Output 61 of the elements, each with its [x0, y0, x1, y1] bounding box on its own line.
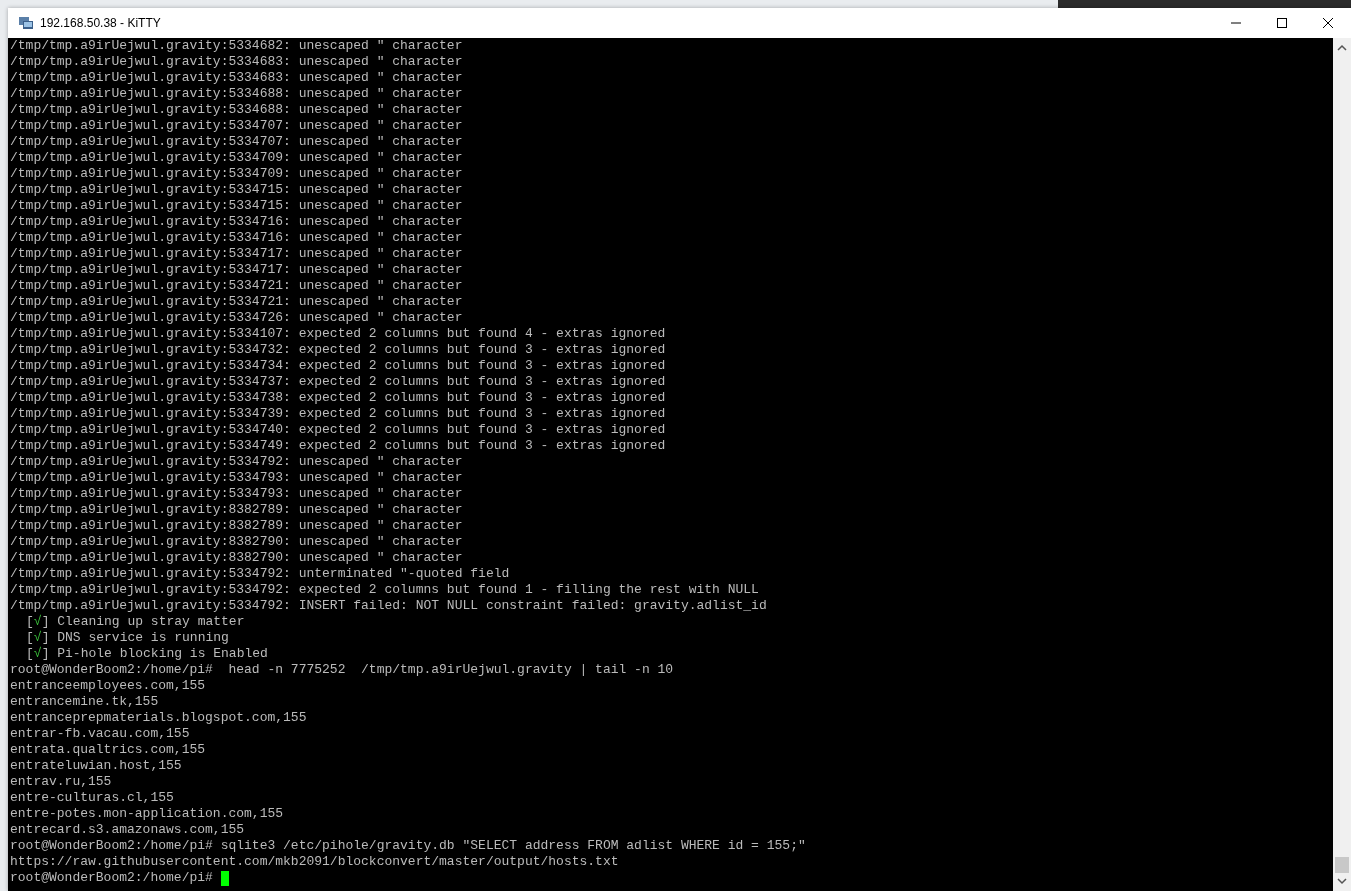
terminal-line: /tmp/tmp.a9irUejwul.gravity:5334792: unescaped " character [9, 454, 464, 470]
terminal-line: /tmp/tmp.a9irUejwul.gravity:5334709: unescaped " character [9, 150, 464, 166]
terminal-line: entrar-fb.vacau.com,155 [9, 726, 191, 742]
terminal-line: /tmp/tmp.a9irUejwul.gravity:5334792: expected 2 columns but found 1 - filling the rest with NULL [9, 582, 760, 598]
terminal-line: entre-potes.mon-application.com,155 [9, 806, 285, 822]
window-title: 192.168.50.38 - KiTTY [40, 16, 161, 30]
terminal-line: /tmp/tmp.a9irUejwul.gravity:5334717: unescaped " character [9, 262, 464, 278]
terminal-line: entranceprepmaterials.blogspot.com,155 [9, 710, 308, 726]
scroll-up-icon[interactable] [1337, 44, 1347, 52]
terminal-line: entrav.ru,155 [9, 774, 113, 790]
terminal-line: [√] Pi-hole blocking is Enabled [25, 646, 269, 662]
terminal-line: /tmp/tmp.a9irUejwul.gravity:5334740: expected 2 columns but found 3 - extras ignored [9, 422, 667, 438]
scrollbar[interactable] [1333, 38, 1351, 891]
scrollbar-thumb[interactable] [1335, 857, 1349, 873]
terminal-line: entrata.qualtrics.com,155 [9, 742, 207, 758]
terminal-line: /tmp/tmp.a9irUejwul.gravity:5334688: unescaped " character [9, 102, 464, 118]
terminal-line: /tmp/tmp.a9irUejwul.gravity:5334721: unescaped " character [9, 278, 464, 294]
terminal-line: /tmp/tmp.a9irUejwul.gravity:5334732: expected 2 columns but found 3 - extras ignored [9, 342, 667, 358]
terminal-line: /tmp/tmp.a9irUejwul.gravity:5334749: expected 2 columns but found 3 - extras ignored [9, 438, 667, 454]
terminal-line: root@WonderBoom2:/home/pi# sqlite3 /etc/pihole/gravity.db "SELECT address FROM adlist WHERE id = 155;" [9, 838, 807, 854]
terminal-line: /tmp/tmp.a9irUejwul.gravity:8382789: unescaped " character [9, 502, 464, 518]
scroll-down-icon[interactable] [1337, 877, 1347, 885]
terminal-line: /tmp/tmp.a9irUejwul.gravity:5334737: expected 2 columns but found 3 - extras ignored [9, 374, 667, 390]
terminal-line: /tmp/tmp.a9irUejwul.gravity:5334717: unescaped " character [9, 246, 464, 262]
terminal-line: entranceemployees.com,155 [9, 678, 207, 694]
terminal-line: /tmp/tmp.a9irUejwul.gravity:5334707: unescaped " character [9, 134, 464, 150]
terminal-line: /tmp/tmp.a9irUejwul.gravity:5334738: expected 2 columns but found 3 - extras ignored [9, 390, 667, 406]
terminal-line: /tmp/tmp.a9irUejwul.gravity:5334793: unescaped " character [9, 470, 464, 486]
computer-icon [18, 15, 34, 31]
terminal-line: /tmp/tmp.a9irUejwul.gravity:5334721: unescaped " character [9, 294, 464, 310]
terminal-line: /tmp/tmp.a9irUejwul.gravity:5334709: unescaped " character [9, 166, 464, 182]
terminal-line: /tmp/tmp.a9irUejwul.gravity:5334739: expected 2 columns but found 3 - extras ignored [9, 406, 667, 422]
terminal-line: [√] DNS service is running [25, 630, 230, 646]
terminal-line: /tmp/tmp.a9irUejwul.gravity:5334683: unescaped " character [9, 54, 464, 70]
terminal-line: /tmp/tmp.a9irUejwul.gravity:5334792: INSERT failed: NOT NULL constraint failed: gravity.adlist_id [9, 598, 768, 614]
terminal-line: /tmp/tmp.a9irUejwul.gravity:5334734: expected 2 columns but found 3 - extras ignored [9, 358, 667, 374]
maximize-icon [1276, 17, 1288, 29]
terminal-line: /tmp/tmp.a9irUejwul.gravity:5334716: unescaped " character [9, 230, 464, 246]
terminal-line: /tmp/tmp.a9irUejwul.gravity:8382790: unescaped " character [9, 550, 464, 566]
terminal-line: root@WonderBoom2:/home/pi# [10, 870, 213, 886]
terminal-line: [√] Cleaning up stray matter [25, 614, 246, 630]
terminal-line: /tmp/tmp.a9irUejwul.gravity:5334793: unescaped " character [9, 486, 464, 502]
terminal-line: /tmp/tmp.a9irUejwul.gravity:5334682: unescaped " character [9, 38, 464, 54]
terminal-line: https://raw.githubusercontent.com/mkb2091/blockconvert/master/output/hosts.txt [9, 854, 620, 870]
terminal-line: /tmp/tmp.a9irUejwul.gravity:5334715: unescaped " character [9, 182, 464, 198]
terminal-line: /tmp/tmp.a9irUejwul.gravity:5334715: unescaped " character [9, 198, 464, 214]
terminal-line: /tmp/tmp.a9irUejwul.gravity:5334792: unterminated "-quoted field [9, 566, 511, 582]
terminal-line: root@WonderBoom2:/home/pi# head -n 7775252 /tmp/tmp.a9irUejwul.gravity | tail -n 10 [9, 662, 675, 678]
terminal-line: /tmp/tmp.a9irUejwul.gravity:8382789: unescaped " character [9, 518, 464, 534]
terminal-line: entre-culturas.cl,155 [9, 790, 175, 806]
terminal-line: entrecard.s3.amazonaws.com,155 [9, 822, 246, 838]
terminal-line: entrateluwian.host,155 [9, 758, 183, 774]
terminal-line: /tmp/tmp.a9irUejwul.gravity:5334726: unescaped " character [9, 310, 464, 326]
terminal-line: /tmp/tmp.a9irUejwul.gravity:5334107: expected 2 columns but found 4 - extras ignored [9, 326, 667, 342]
terminal-line: /tmp/tmp.a9irUejwul.gravity:5334716: unescaped " character [9, 214, 464, 230]
close-icon [1322, 17, 1334, 29]
terminal-line: /tmp/tmp.a9irUejwul.gravity:5334683: unescaped " character [9, 70, 464, 86]
terminal-line: /tmp/tmp.a9irUejwul.gravity:5334707: unescaped " character [9, 118, 464, 134]
terminal-line: entrancemine.tk,155 [9, 694, 160, 710]
terminal-line: /tmp/tmp.a9irUejwul.gravity:8382790: unescaped " character [9, 534, 464, 550]
terminal-line: /tmp/tmp.a9irUejwul.gravity:5334688: unescaped " character [9, 86, 464, 102]
